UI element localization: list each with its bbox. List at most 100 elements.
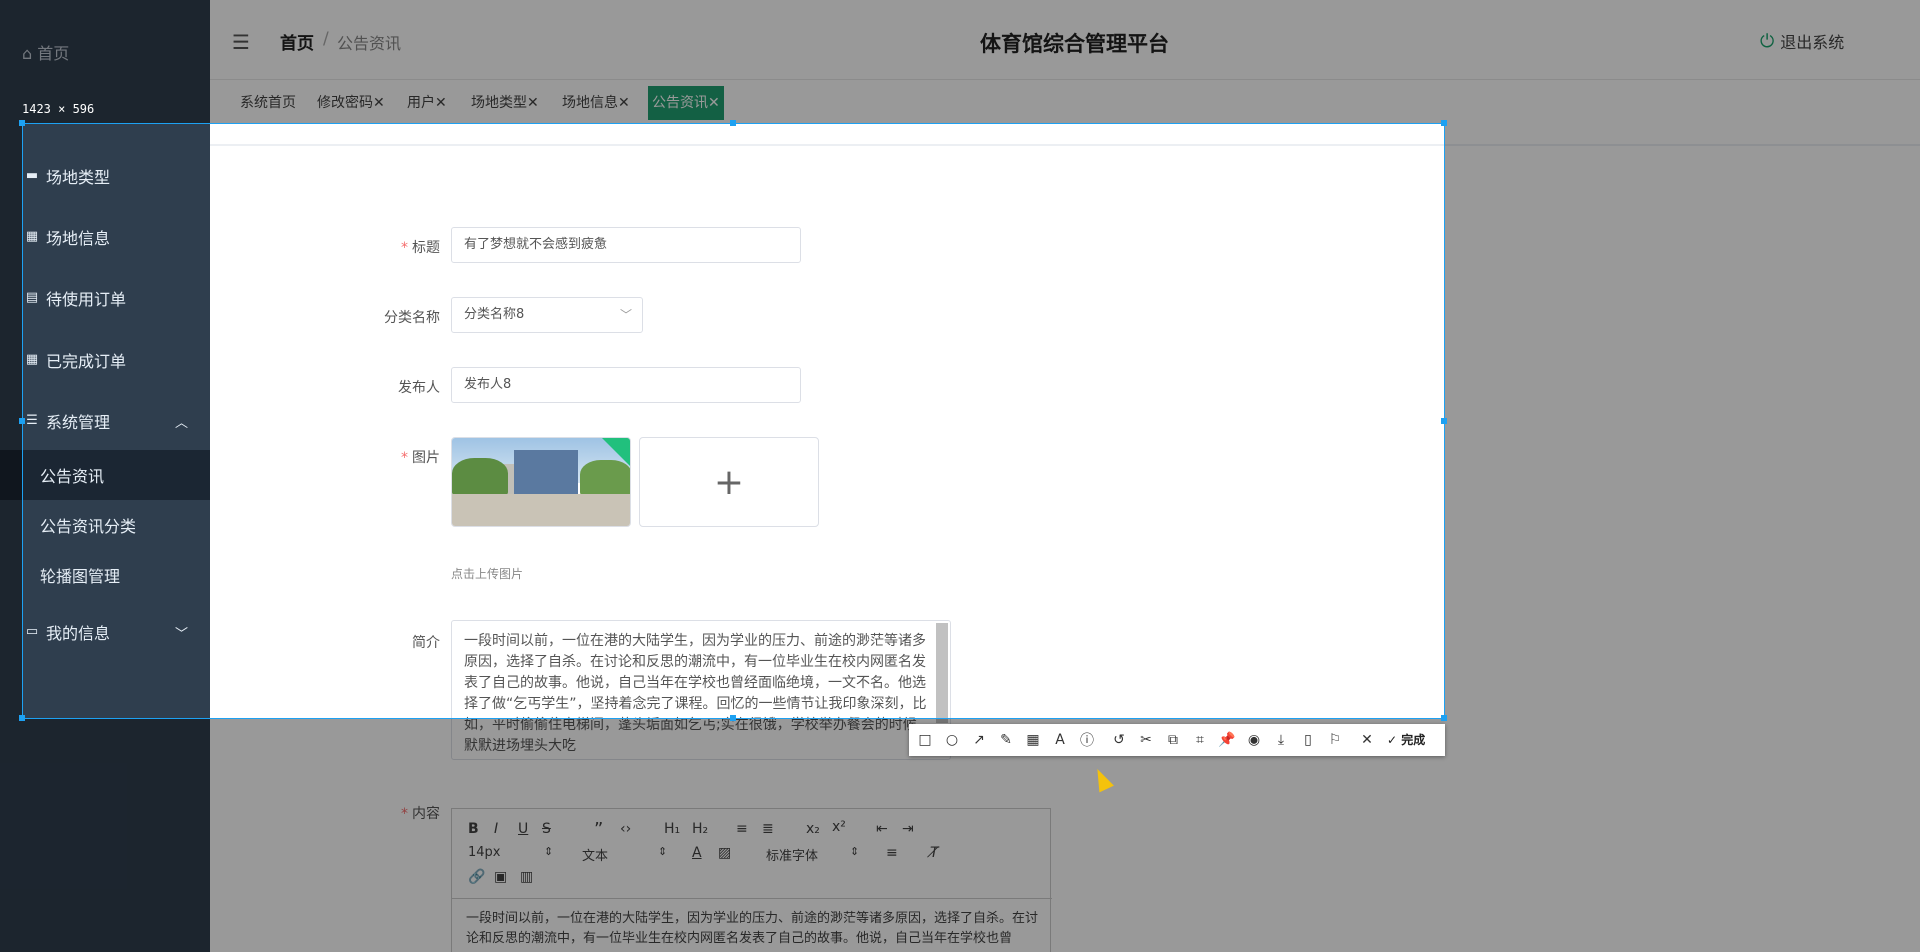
bookmark-icon[interactable]: ⚐ — [1325, 730, 1345, 750]
chevron-updown-icon: ⇕ — [658, 845, 668, 858]
heading1-icon[interactable]: H₁ — [664, 821, 680, 837]
title-label: * 标题 — [401, 240, 440, 256]
sidebar-item-pending-orders[interactable]: ▤ 待使用订单 — [0, 267, 210, 328]
text-style-select[interactable]: 文本 — [582, 845, 608, 864]
resize-handle[interactable] — [1441, 418, 1447, 424]
sidebar-subitem-carousel[interactable]: 轮播图管理 — [0, 550, 210, 600]
sidebar-item-completed-orders[interactable]: ▦ 已完成订单 — [0, 329, 210, 390]
intro-label: 简介 — [412, 635, 440, 651]
sidebar-subitem-announcements[interactable]: 公告资讯 — [0, 450, 210, 500]
link-icon[interactable]: 🔗 — [468, 869, 485, 885]
grid-icon: ▦ — [25, 352, 39, 367]
upload-tip: 点击上传图片 — [451, 567, 524, 581]
sidebar-subitem-announcement-categories[interactable]: 公告资讯分类 — [0, 500, 210, 550]
app-title: 体育馆综合管理平台 — [980, 32, 1169, 56]
intro-textarea[interactable]: 一段时间以前，一位在港的大陆学生，因为学业的压力、前途的渺茫等诸多原因，选择了自… — [451, 620, 951, 760]
phone-icon[interactable]: ▯ — [1298, 730, 1318, 750]
sidebar-item-venue-type[interactable]: ▬ 场地类型 — [0, 145, 210, 206]
category-select[interactable]: 分类名称8 ﹀ — [451, 297, 643, 333]
tab-change-password[interactable]: 修改密码✕ — [313, 86, 389, 120]
power-icon: ⏻ — [1760, 30, 1775, 52]
code-icon[interactable]: ‹› — [620, 821, 631, 837]
check-icon: ✓ — [1387, 733, 1398, 747]
sidebar-item-my-info[interactable]: ▭ 我的信息 ﹀ — [0, 601, 210, 662]
outdent-icon[interactable]: ⇤ — [876, 821, 888, 837]
cut-icon[interactable]: ✂ — [1136, 730, 1156, 750]
bold-icon[interactable]: B — [468, 821, 479, 837]
circle-icon[interactable]: ○ — [942, 730, 962, 750]
home-icon: ⌂ — [22, 44, 33, 63]
scrollbar[interactable] — [936, 623, 948, 723]
font-size-select[interactable]: 14px — [468, 845, 501, 860]
sidebar-item-venue-info[interactable]: ▦ 场地信息 — [0, 206, 210, 267]
id-card-icon: ▭ — [25, 624, 39, 639]
resize-handle[interactable] — [730, 120, 736, 126]
pin-icon[interactable]: 📌 — [1217, 730, 1237, 750]
sidebar-item-home[interactable]: ⌂ 首页 — [22, 40, 69, 64]
briefcase-icon: ▤ — [25, 290, 39, 305]
resize-handle[interactable] — [1441, 120, 1447, 126]
clear-format-icon[interactable]: T̸ — [930, 845, 939, 861]
upload-button[interactable]: + — [639, 437, 819, 527]
download-icon[interactable]: ⤓ — [1271, 730, 1291, 750]
sidebar: ⌂ 首页 ▬ 场地类型 ▦ 场地信息 ▤ 待使用订单 ▦ 已完成订单 ☰ 系统管… — [0, 0, 210, 952]
close-icon[interactable]: ✕ — [1357, 730, 1377, 750]
mouse-cursor-icon — [1090, 765, 1114, 793]
quote-icon[interactable]: ” — [594, 819, 603, 840]
monitor-icon: ▬ — [25, 168, 39, 183]
scan-icon[interactable]: ⌗ — [1190, 730, 1210, 750]
background-color-icon[interactable]: ▨ — [718, 845, 731, 861]
publisher-input[interactable]: 发布人8 — [451, 367, 801, 403]
title-input[interactable]: 有了梦想就不会感到疲惫 — [451, 227, 801, 263]
rectangle-icon[interactable]: □ — [915, 730, 935, 750]
resize-handle[interactable] — [1441, 715, 1447, 721]
tab-system-home[interactable]: 系统首页 — [236, 86, 300, 120]
heading2-icon[interactable]: H₂ — [692, 821, 708, 837]
undo-icon[interactable]: ↺ — [1109, 730, 1129, 750]
number-marker-icon[interactable]: ⓘ — [1077, 730, 1097, 750]
underline-icon[interactable]: U — [518, 821, 528, 837]
done-button[interactable]: ✓ 完成 — [1387, 731, 1425, 748]
content-label: * 内容 — [401, 806, 440, 822]
selection-size-readout: 1423 × 596 — [22, 102, 95, 116]
rich-text-editor: B I U S ” ‹› H₁ H₂ ≡ ≣ x₂ x² ⇤ ⇥ 14px ⇕ … — [451, 808, 1052, 952]
editor-content[interactable]: 一段时间以前，一位在港的大陆学生，因为学业的压力、前途的渺茫等诸多原因，选择了自… — [466, 909, 1040, 949]
mosaic-icon[interactable]: ▦ — [1023, 730, 1043, 750]
chevron-updown-icon: ⇕ — [544, 845, 554, 858]
uploaded-image-thumbnail[interactable] — [451, 437, 631, 527]
tab-users[interactable]: 用户✕ — [403, 86, 451, 120]
tab-announcements[interactable]: 公告资讯✕ — [648, 86, 724, 120]
text-icon[interactable]: A — [1050, 730, 1070, 750]
text-color-icon[interactable]: A — [692, 845, 702, 861]
category-label: 分类名称 — [384, 310, 440, 326]
tab-venue-type[interactable]: 场地类型✕ — [467, 86, 543, 120]
sidebar-item-system[interactable]: ☰ 系统管理 ︿ — [0, 390, 210, 451]
align-icon[interactable]: ≡ — [886, 845, 898, 861]
menu-toggle-icon[interactable]: ☰ — [232, 30, 250, 54]
strike-icon[interactable]: S — [542, 821, 551, 837]
pencil-icon[interactable]: ✎ — [996, 730, 1016, 750]
chevron-down-icon: ﹀ — [174, 627, 188, 642]
indent-icon[interactable]: ⇥ — [902, 821, 914, 837]
font-family-select[interactable]: 标准字体 — [766, 845, 818, 864]
tab-venue-info[interactable]: 场地信息✕ — [558, 86, 634, 120]
breadcrumb-home[interactable]: 首页 — [280, 29, 314, 54]
breadcrumb-separator: / — [323, 29, 329, 49]
screenshot-toolbar: □ ○ ↗ ✎ ▦ A ⓘ ↺ ✂ ⧉ ⌗ 📌 ◉ ⤓ ▯ ⚐ ✕ ✓ 完成 — [909, 724, 1445, 756]
divider — [210, 144, 1920, 146]
publisher-label: 发布人 — [398, 380, 440, 396]
image-icon[interactable]: ▣ — [494, 869, 507, 885]
chevron-updown-icon: ⇕ — [850, 845, 860, 858]
logout-button[interactable]: ⏻ 退出系统 — [1760, 29, 1844, 53]
record-icon[interactable]: ◉ — [1244, 730, 1264, 750]
ordered-list-icon[interactable]: ≡ — [736, 821, 748, 837]
italic-icon[interactable]: I — [494, 821, 498, 837]
arrow-icon[interactable]: ↗ — [969, 730, 989, 750]
video-icon[interactable]: ▥ — [520, 869, 533, 885]
editor-toolbar: B I U S ” ‹› H₁ H₂ ≡ ≣ x₂ x² ⇤ ⇥ 14px ⇕ … — [452, 809, 1052, 899]
translate-icon[interactable]: ⧉ — [1163, 730, 1183, 750]
superscript-icon[interactable]: x² — [832, 819, 846, 835]
bullet-list-icon[interactable]: ≣ — [762, 821, 774, 837]
image-label: * 图片 — [401, 450, 440, 466]
subscript-icon[interactable]: x₂ — [806, 821, 820, 837]
